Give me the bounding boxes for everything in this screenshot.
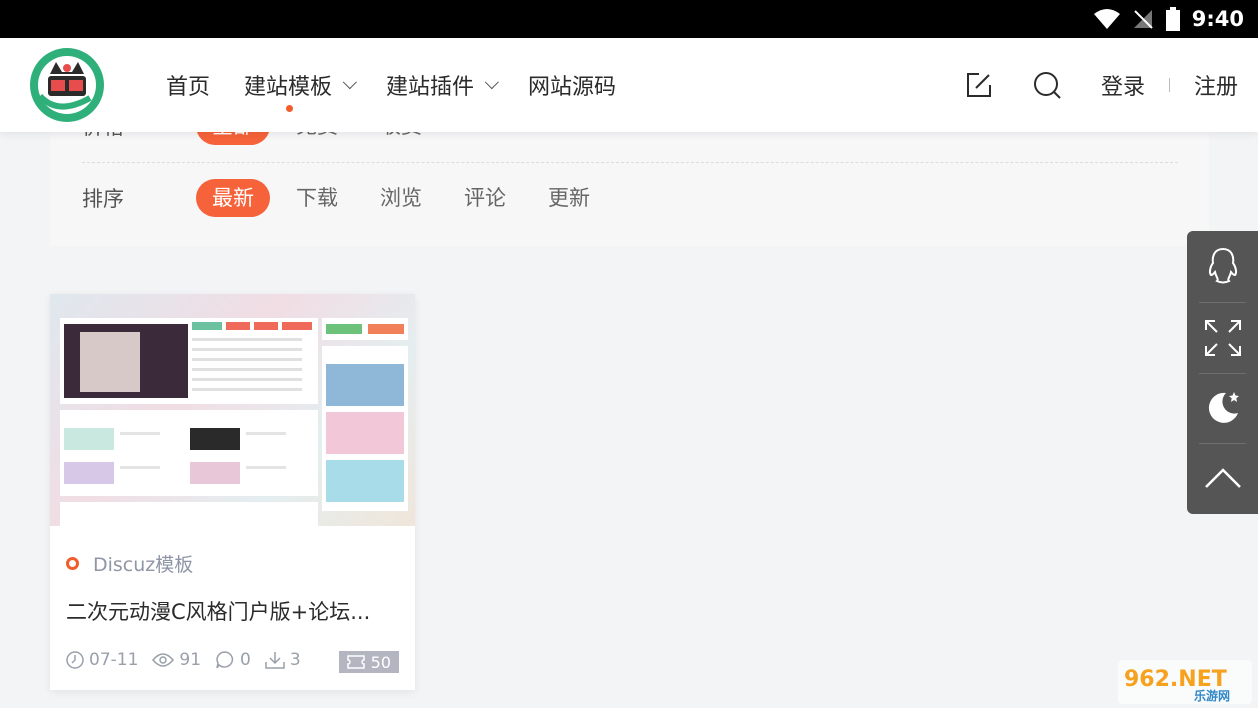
meta-downloads: 3 <box>265 650 301 670</box>
divider <box>1168 78 1170 92</box>
sort-option-updated[interactable]: 更新 <box>532 179 606 217</box>
chevron-down-icon <box>484 75 499 90</box>
product-thumbnail[interactable] <box>50 294 415 526</box>
back-to-top-button[interactable] <box>1187 443 1258 513</box>
product-title[interactable]: 二次元动漫C风格门户版+论坛... <box>66 596 406 626</box>
site-watermark-logo: 962.NET 乐游网 <box>1118 660 1252 704</box>
site-header: 首页 建站模板 建站插件 网站源码 登录 注册 <box>0 38 1258 132</box>
sort-filter-row: 排序 最新 下载 浏览 评论 更新 <box>82 179 616 217</box>
status-bar: 9:40 <box>0 0 1258 38</box>
category-dot-icon <box>66 557 79 570</box>
clock: 9:40 <box>1191 7 1244 31</box>
qq-icon <box>1208 247 1237 284</box>
active-indicator <box>286 105 294 112</box>
nav-item-home[interactable]: 首页 <box>166 69 210 101</box>
svg-text:乐游网: 乐游网 <box>1194 688 1230 703</box>
clock-icon <box>66 651 84 669</box>
edit-icon[interactable] <box>965 71 993 99</box>
eye-icon <box>152 653 175 667</box>
category-label: Discuz模板 <box>93 554 194 576</box>
nav-item-source[interactable]: 网站源码 <box>528 69 616 101</box>
meta-comments: 0 <box>215 650 251 670</box>
wifi-icon <box>1093 9 1120 29</box>
comment-icon <box>216 651 234 669</box>
product-card[interactable]: Discuz模板 二次元动漫C风格门户版+论坛... 07-11 91 0 3 … <box>50 294 415 690</box>
main-nav: 首页 建站模板 建站插件 网站源码 <box>166 38 650 132</box>
product-category[interactable]: Discuz模板 <box>66 550 193 577</box>
ticket-icon <box>346 655 365 669</box>
sort-label: 排序 <box>82 187 124 211</box>
nav-item-templates[interactable]: 建站模板 <box>244 69 357 112</box>
qq-button[interactable] <box>1187 231 1258 301</box>
sort-option-views[interactable]: 浏览 <box>364 179 438 217</box>
meta-date: 07-11 <box>66 650 138 670</box>
meta-views: 91 <box>152 650 201 670</box>
dark-mode-button[interactable] <box>1187 373 1258 443</box>
chevron-up-icon <box>1204 468 1241 488</box>
product-meta: 07-11 91 0 3 <box>66 650 315 670</box>
chevron-down-icon <box>342 75 357 90</box>
nav-item-plugins[interactable]: 建站插件 <box>386 69 499 101</box>
floating-toolbar <box>1187 231 1258 514</box>
download-icon <box>265 652 285 669</box>
header-actions: 登录 注册 <box>965 38 1238 132</box>
sort-option-comments[interactable]: 评论 <box>448 179 522 217</box>
no-signal-icon <box>1133 10 1153 29</box>
site-logo[interactable] <box>28 46 106 124</box>
search-icon[interactable] <box>1033 71 1061 99</box>
price-badge: 50 <box>338 651 399 673</box>
filter-divider <box>82 162 1178 163</box>
login-link[interactable]: 登录 <box>1101 69 1145 101</box>
moon-icon <box>1208 392 1239 423</box>
sort-option-downloads[interactable]: 下载 <box>280 179 354 217</box>
fullscreen-button[interactable] <box>1187 303 1258 373</box>
sort-option-latest[interactable]: 最新 <box>196 179 270 217</box>
fullscreen-icon <box>1204 320 1241 356</box>
battery-icon <box>1165 7 1180 31</box>
register-link[interactable]: 注册 <box>1194 69 1238 101</box>
